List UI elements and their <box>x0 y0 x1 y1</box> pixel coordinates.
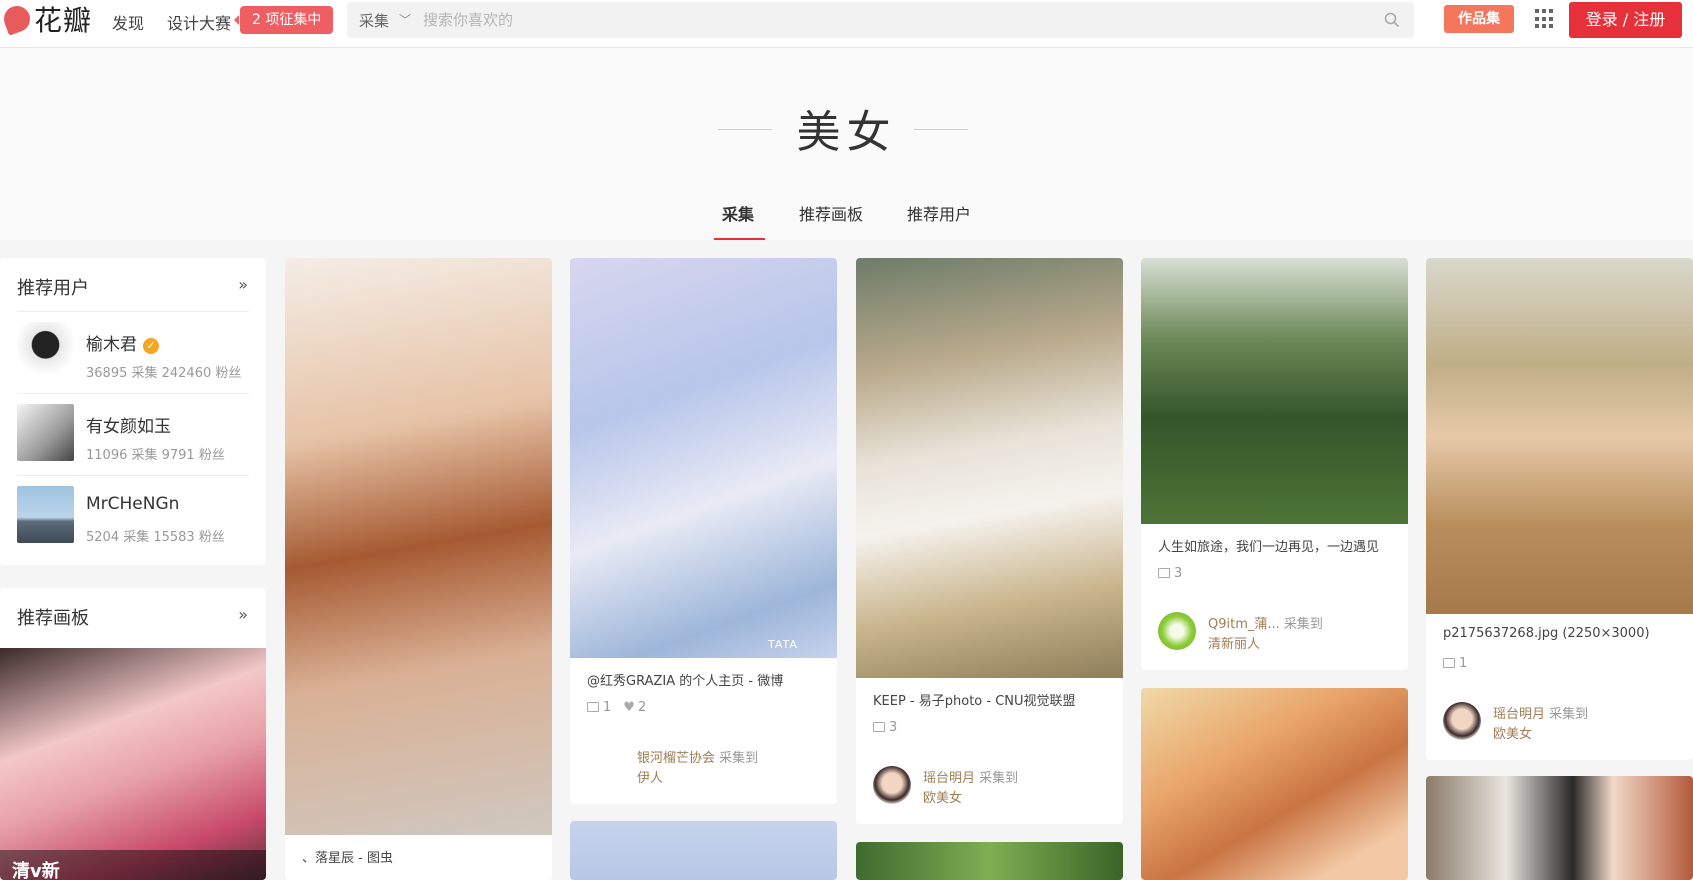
active-tab-underline <box>714 238 765 240</box>
pin-card[interactable] <box>1426 776 1693 880</box>
pin-image[interactable] <box>1141 258 1408 524</box>
pin-card[interactable]: TATA @红秀GRAZIA 的个人主页 - 微博 1 ♥ 2 银河榴芒协会 采集到… <box>570 258 837 804</box>
topic-title: 美女 <box>796 107 897 158</box>
source-user[interactable]: 瑶台明月 采集到 <box>923 767 1018 786</box>
board-caption[interactable]: 清v新 <box>12 857 60 880</box>
user-stats: 36895 采集 242460 粉丝 <box>86 366 242 381</box>
petal-logo-icon <box>0 2 34 36</box>
pin-image[interactable] <box>1426 776 1693 880</box>
pin-card[interactable]: p2175637268.jpg (2250×3000) 1 瑶台明月 采集到 欧… <box>1426 258 1693 760</box>
verified-badge-icon: ✓ <box>143 338 159 354</box>
huaban-logo[interactable]: 花瓣 <box>0 2 92 37</box>
login-register-button[interactable]: 登录 / 注册 <box>1569 2 1682 38</box>
recommended-users-panel: 推荐用户 » 榆木君 ✓ 36895 采集 242460 粉丝 有女颜如玉 110… <box>0 258 266 565</box>
pin-stats: 3 <box>873 720 897 735</box>
recommended-users-heading: 推荐用户 <box>17 278 89 299</box>
logo-text: 花瓣 <box>34 4 93 37</box>
pin-stats: 3 <box>1158 566 1182 581</box>
pin-description: p2175637268.jpg (2250×3000) <box>1443 626 1650 641</box>
pin-source: 瑶台明月 采集到 欧美女 <box>1443 700 1683 742</box>
recommended-boards-panel: 推荐画板 » <box>0 588 266 880</box>
pin-image[interactable] <box>570 821 837 880</box>
board-cover-image[interactable] <box>0 648 266 880</box>
pin-image[interactable] <box>856 842 1123 880</box>
pin-description: 、落星辰 - 图虫 <box>302 851 393 866</box>
source-user[interactable]: 银河榴芒协会 采集到 <box>637 747 758 766</box>
search-icon[interactable] <box>1384 12 1400 28</box>
user-name[interactable]: MrCHeNGn <box>86 494 179 514</box>
pin-card[interactable] <box>570 821 837 880</box>
user-name[interactable]: 榆木君 ✓ <box>86 330 159 355</box>
pin-card[interactable]: 、落星辰 - 图虫 <box>285 258 552 880</box>
search-category-select[interactable]: 采集 <box>359 10 389 31</box>
chevron-down-icon[interactable]: ﹀ <box>399 11 411 28</box>
user-avatar[interactable] <box>873 766 911 804</box>
repin-icon <box>1158 568 1170 578</box>
recommended-user-item[interactable]: 榆木君 ✓ 36895 采集 242460 粉丝 <box>17 311 249 393</box>
search-bar: 采集 ﹀ <box>347 2 1414 38</box>
top-header: 花瓣 发现 设计大赛 2 项征集中 采集 ﹀ 作品集 登录 / 注册 <box>0 0 1693 48</box>
works-button[interactable]: 作品集 <box>1444 5 1514 33</box>
recommended-user-item[interactable]: 有女颜如玉 11096 采集 9791 粉丝 <box>17 393 249 475</box>
repin-icon <box>1443 658 1455 668</box>
heart-icon: ♥ <box>623 700 635 715</box>
repin-icon <box>873 722 885 732</box>
more-users-icon[interactable]: » <box>238 275 248 294</box>
recommended-user-item[interactable]: MrCHeNGn 5204 采集 15583 粉丝 <box>17 475 249 557</box>
pin-image[interactable] <box>570 258 837 658</box>
pin-source: 瑶台明月 采集到 欧美女 <box>873 764 1113 806</box>
pin-description: KEEP - 易子photo - CNU视觉联盟 <box>873 694 1076 709</box>
topic-header: 美女 采集 推荐画板 推荐用户 <box>0 48 1693 240</box>
pin-image[interactable] <box>1426 258 1693 614</box>
source-user[interactable]: Q9itm_蒲... 采集到 <box>1208 613 1323 632</box>
pin-image[interactable] <box>856 258 1123 678</box>
pin-card[interactable]: KEEP - 易子photo - CNU视觉联盟 3 瑶台明月 采集到 欧美女 <box>856 258 1123 824</box>
topic-tabs: 采集 推荐画板 推荐用户 <box>0 201 1693 241</box>
tab-recommended-users[interactable]: 推荐用户 <box>907 201 971 225</box>
repin-icon <box>587 702 599 712</box>
tab-pins[interactable]: 采集 <box>722 201 754 225</box>
user-avatar[interactable] <box>1443 702 1481 740</box>
title-divider-right <box>914 129 968 130</box>
recommended-boards-heading: 推荐画板 <box>17 608 89 629</box>
source-board[interactable]: 欧美女 <box>1493 723 1532 742</box>
pin-description: @红秀GRAZIA 的个人主页 - 微博 <box>587 674 784 689</box>
tab-recommended-boards[interactable]: 推荐画板 <box>799 201 863 225</box>
user-avatar[interactable] <box>587 746 625 784</box>
search-input[interactable] <box>423 7 1323 33</box>
pin-stats: 1 <box>1443 656 1467 671</box>
pin-source: 银河榴芒协会 采集到 伊人 <box>587 744 827 786</box>
source-board[interactable]: 伊人 <box>637 767 663 786</box>
user-avatar[interactable] <box>17 486 74 543</box>
user-stats: 5204 采集 15583 粉丝 <box>86 530 225 545</box>
pin-description: 人生如旅途，我们一边再见，一边遇见 <box>1158 540 1380 555</box>
pin-card[interactable] <box>856 842 1123 880</box>
pin-source: Q9itm_蒲... 采集到 清新丽人 <box>1158 610 1398 652</box>
source-board[interactable]: 欧美女 <box>923 787 962 806</box>
contest-badge[interactable]: 2 项征集中 <box>233 6 334 34</box>
more-boards-icon[interactable]: » <box>238 605 248 624</box>
user-name[interactable]: 有女颜如玉 <box>86 412 171 437</box>
pin-image[interactable] <box>285 258 552 835</box>
user-avatar[interactable] <box>17 404 74 461</box>
apps-grid-icon[interactable] <box>1535 9 1555 29</box>
image-watermark: TATA <box>768 638 798 651</box>
user-avatar[interactable] <box>17 322 74 379</box>
pin-stats: 1 ♥ 2 <box>587 700 646 715</box>
nav-design-contest[interactable]: 设计大赛 <box>167 10 231 34</box>
pin-card[interactable]: 人生如旅途，我们一边再见，一边遇见 3 Q9itm_蒲... 采集到 清新丽人 <box>1141 258 1408 670</box>
pin-card[interactable] <box>1141 688 1408 880</box>
nav-discover[interactable]: 发现 <box>112 10 144 34</box>
source-board[interactable]: 清新丽人 <box>1208 633 1260 652</box>
source-user[interactable]: 瑶台明月 采集到 <box>1493 703 1588 722</box>
user-stats: 11096 采集 9791 粉丝 <box>86 448 225 463</box>
user-avatar[interactable] <box>1158 612 1196 650</box>
pin-image[interactable] <box>1141 688 1408 880</box>
